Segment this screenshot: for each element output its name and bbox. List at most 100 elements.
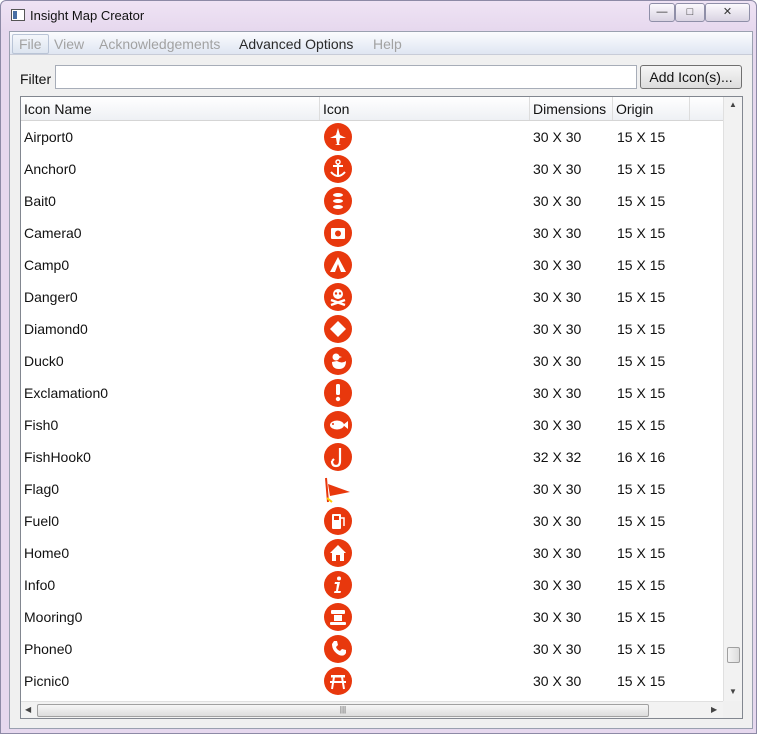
table-header: Icon Name Icon Dimensions Origin [21,97,723,121]
origin-cell: 15 X 15 [617,641,666,657]
origin-cell: 15 X 15 [617,417,666,433]
picnic-table-icon [323,666,353,696]
icon-name-cell: Home0 [24,545,70,561]
dimensions-cell: 30 X 30 [533,129,582,145]
camera-icon [323,218,353,248]
origin-cell: 15 X 15 [617,513,666,529]
info-icon [323,570,353,600]
app-icon [11,9,25,21]
app-window: Insight Map Creator — □ ✕ File View Ackn… [0,0,757,734]
icon-name-cell: Airport0 [24,129,74,145]
icon-name-cell: Diamond0 [24,321,88,337]
table-row[interactable]: Anchor0 30 X 30 15 X 15 [21,153,723,185]
diamond-icon [323,314,353,344]
menu-acknowledgements[interactable]: Acknowledgements [99,36,220,52]
table-row[interactable]: FishHook0 32 X 32 16 X 16 [21,441,723,473]
scroll-down-arrow-icon[interactable]: ▼ [729,687,737,696]
table-row[interactable]: Camera0 30 X 30 15 X 15 [21,217,723,249]
filter-label: Filter [20,71,52,87]
icon-name-cell: Mooring0 [24,609,83,625]
origin-cell: 15 X 15 [617,545,666,561]
exclamation-icon [323,378,353,408]
duck-icon [323,346,353,376]
table-row[interactable]: Picnic0 30 X 30 15 X 15 [21,665,723,697]
scroll-corner [723,701,742,718]
origin-cell: 15 X 15 [617,577,666,593]
menu-help[interactable]: Help [373,36,402,52]
column-header-icon-name[interactable]: Icon Name [21,97,320,120]
scroll-up-arrow-icon[interactable]: ▲ [729,100,737,109]
horizontal-scrollbar[interactable]: ◀ ||| ▶ [21,701,723,718]
table-row[interactable]: Camp0 30 X 30 15 X 15 [21,249,723,281]
dimensions-cell: 30 X 30 [533,289,582,305]
dimensions-cell: 30 X 30 [533,513,582,529]
column-header-dimensions[interactable]: Dimensions [530,97,613,120]
dimensions-cell: 30 X 30 [533,193,582,209]
flag-icon [323,474,353,504]
origin-cell: 15 X 15 [617,353,666,369]
table-body: Airport0 30 X 30 15 X 15 Anchor0 30 X 30 15 X… [21,121,723,701]
phone-icon [323,634,353,664]
dimensions-cell: 30 X 30 [533,417,582,433]
menu-bar: File View Acknowledgements Advanced Opti… [10,32,752,55]
dimensions-cell: 30 X 30 [533,257,582,273]
table-row[interactable]: Danger0 30 X 30 15 X 15 [21,281,723,313]
table-row[interactable]: Bait0 30 X 30 15 X 15 [21,185,723,217]
origin-cell: 15 X 15 [617,385,666,401]
scroll-right-arrow-icon[interactable]: ▶ [711,705,717,714]
tent-icon [323,250,353,280]
table-row[interactable]: Diamond0 30 X 30 15 X 15 [21,313,723,345]
icon-name-cell: Fuel0 [24,513,60,529]
origin-cell: 15 X 15 [617,257,666,273]
dimensions-cell: 30 X 30 [533,673,582,689]
dimensions-cell: 30 X 30 [533,321,582,337]
menu-view[interactable]: View [54,36,84,52]
filter-input[interactable] [55,65,637,89]
fish-icon [323,410,353,440]
fish-hook-icon [323,442,353,472]
table-row[interactable]: Info0 30 X 30 15 X 15 [21,569,723,601]
origin-cell: 15 X 15 [617,289,666,305]
icon-name-cell: Duck0 [24,353,64,369]
anchor-icon [323,154,353,184]
dimensions-cell: 30 X 30 [533,225,582,241]
icon-name-cell: Exclamation0 [24,385,109,401]
icon-name-cell: Bait0 [24,193,56,209]
table-row[interactable]: Flag0 30 X 30 15 X 15 [21,473,723,505]
table-row[interactable]: Duck0 30 X 30 15 X 15 [21,345,723,377]
dimensions-cell: 30 X 30 [533,545,582,561]
add-icons-button[interactable]: Add Icon(s)... [640,65,742,89]
icon-name-cell: Flag0 [24,481,60,497]
table-row[interactable]: Home0 30 X 30 15 X 15 [21,537,723,569]
title-bar[interactable]: Insight Map Creator — □ ✕ [1,1,756,31]
icon-table: Icon Name Icon Dimensions Origin Airport… [20,96,743,719]
vertical-scroll-thumb[interactable] [727,647,740,663]
table-row[interactable]: Exclamation0 30 X 30 15 X 15 [21,377,723,409]
dimensions-cell: 30 X 30 [533,641,582,657]
dimensions-cell: 30 X 30 [533,385,582,401]
vertical-scrollbar[interactable]: ▲ ▼ [723,97,742,701]
scroll-left-arrow-icon[interactable]: ◀ [25,705,31,714]
menu-file[interactable]: File [12,34,49,54]
dimensions-cell: 30 X 30 [533,577,582,593]
column-header-icon[interactable]: Icon [320,97,530,120]
table-row[interactable]: Phone0 30 X 30 15 X 15 [21,633,723,665]
dimensions-cell: 32 X 32 [533,449,582,465]
menu-advanced-options[interactable]: Advanced Options [239,36,353,52]
origin-cell: 15 X 15 [617,193,666,209]
maximize-button[interactable]: □ [675,3,705,22]
table-row[interactable]: Fuel0 30 X 30 15 X 15 [21,505,723,537]
origin-cell: 15 X 15 [617,225,666,241]
table-row[interactable]: Fish0 30 X 30 15 X 15 [21,409,723,441]
column-header-origin[interactable]: Origin [613,97,690,120]
client-area: File View Acknowledgements Advanced Opti… [9,31,753,729]
table-row[interactable]: Mooring0 30 X 30 15 X 15 [21,601,723,633]
table-row[interactable]: Airport0 30 X 30 15 X 15 [21,121,723,153]
origin-cell: 15 X 15 [617,481,666,497]
origin-cell: 15 X 15 [617,321,666,337]
dimensions-cell: 30 X 30 [533,353,582,369]
icon-name-cell: Anchor0 [24,161,77,177]
horizontal-scroll-thumb[interactable]: ||| [37,704,649,717]
minimize-button[interactable]: — [649,3,675,22]
close-button[interactable]: ✕ [705,3,750,22]
